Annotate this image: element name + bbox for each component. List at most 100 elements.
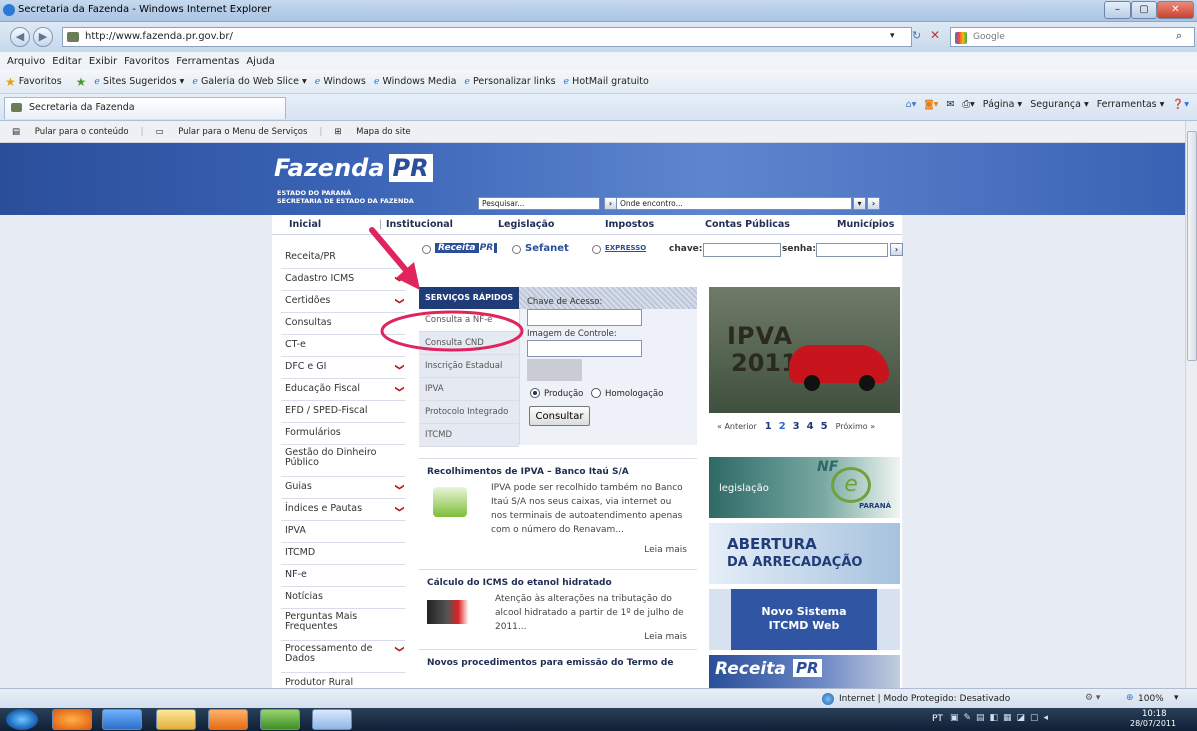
leftnav-item[interactable]: Receita/PR <box>281 247 405 269</box>
carousel-page-1[interactable]: 1 <box>765 421 772 432</box>
itcmd-web-banner[interactable]: Novo Sistema ITCMD Web <box>709 589 900 650</box>
leftnav-item[interactable]: IPVA <box>281 521 405 543</box>
leftnav-item[interactable]: DFC e GI ❯ <box>281 357 405 379</box>
news-title[interactable]: Recolhimentos de IPVA – Banco Itaú S/A <box>427 467 691 477</box>
feeds-icon[interactable]: ◙▾ <box>924 99 938 110</box>
carousel-page-2[interactable]: 2 <box>779 421 786 432</box>
chevron-down-icon[interactable]: ❯ <box>389 275 409 283</box>
onde-go-button[interactable]: › <box>867 197 880 210</box>
menu-ferramentas[interactable]: Ferramentas <box>176 56 239 67</box>
read-more-link[interactable]: Leia mais <box>644 632 687 642</box>
site-search-input[interactable]: Pesquisar... <box>478 197 600 210</box>
chevron-down-icon[interactable]: ❯ <box>389 505 409 513</box>
leftnav-item[interactable]: Formulários <box>281 423 405 445</box>
start-button[interactable] <box>6 709 38 730</box>
refresh-icon[interactable]: ↻ <box>912 29 921 42</box>
login-go-button[interactable]: › <box>890 243 903 256</box>
chave-input[interactable] <box>703 243 781 257</box>
media-taskbar-icon[interactable] <box>208 709 248 730</box>
menu-favoritos[interactable]: Favoritos <box>124 56 169 67</box>
quick-service-item[interactable]: IPVA <box>419 378 519 401</box>
radio-producao[interactable] <box>530 388 540 398</box>
radio-homologacao[interactable] <box>591 388 601 398</box>
protection-icon[interactable]: ⚙ ▾ <box>1085 693 1100 703</box>
quick-service-item[interactable]: Consulta CND <box>419 332 519 355</box>
mail-icon[interactable]: ✉ <box>946 99 954 110</box>
leftnav-item[interactable]: CT-e <box>281 335 405 357</box>
quick-service-item[interactable]: Protocolo Integrado <box>419 401 519 424</box>
leftnav-item[interactable]: Gestão do Dinheiro Público <box>281 445 405 477</box>
skip-services-link[interactable]: ▭ Pular para o Menu de Serviços <box>155 127 307 137</box>
chevron-down-icon[interactable]: ❯ <box>394 645 404 653</box>
favorites-button[interactable]: Favoritos <box>19 76 62 87</box>
radio-expresso[interactable] <box>592 245 601 254</box>
maximize-button[interactable]: ▢ <box>1131 1 1157 19</box>
menu-exibir[interactable]: Exibir <box>89 56 117 67</box>
menu-ajuda[interactable]: Ajuda <box>246 56 274 67</box>
search-icon[interactable]: ⌕ <box>1176 29 1182 43</box>
clock-time[interactable]: 10:18 <box>1142 709 1167 719</box>
topnav-municipios[interactable]: Municípios <box>837 219 894 230</box>
add-favorite-icon[interactable]: ★ <box>76 75 87 89</box>
leftnav-item[interactable]: EFD / SPED-Fiscal <box>281 401 405 423</box>
close-button[interactable]: ✕ <box>1157 1 1194 19</box>
abertura-arrecadacao-banner[interactable]: ABERTURA DA ARRECADAÇÃO <box>709 523 900 584</box>
news-title[interactable]: Cálculo do ICMS do etanol hidratado <box>427 578 691 588</box>
forward-icon[interactable]: ▶ <box>33 27 53 47</box>
read-more-link[interactable]: Leia mais <box>644 545 687 555</box>
scrollbar-thumb[interactable] <box>1187 131 1197 361</box>
ipva-2011-banner[interactable]: IPVA 2011 <box>709 287 900 413</box>
zoom-level[interactable]: 100% <box>1138 694 1164 704</box>
carousel-page-3[interactable]: 3 <box>793 421 800 432</box>
leftnav-item[interactable]: Processamento de Dados ❯ <box>281 641 405 673</box>
leftnav-item[interactable]: Índices e Pautas ❯ <box>281 499 405 521</box>
skip-content-link[interactable]: ▤ Pular para o conteúdo <box>12 127 129 137</box>
fav-link-windows[interactable]: Windows <box>323 76 365 87</box>
fav-link-personalizar[interactable]: Personalizar links <box>473 76 556 87</box>
folder-taskbar-icon[interactable] <box>156 709 196 730</box>
leftnav-item[interactable]: NF-e <box>281 565 405 587</box>
home-icon[interactable]: ⌂▾ <box>906 99 917 110</box>
tab-secretaria[interactable]: Secretaria da Fazenda <box>4 97 286 119</box>
onde-encontro-select[interactable]: Onde encontro... <box>616 197 852 210</box>
tools-menu[interactable]: Ferramentas ▾ <box>1097 99 1165 110</box>
menu-arquivo[interactable]: Arquivo <box>7 56 45 67</box>
carousel-page-4[interactable]: 4 <box>807 421 814 432</box>
access-key-input[interactable] <box>527 309 642 326</box>
news-title[interactable]: Novos procedimentos para emissão do Term… <box>427 658 691 668</box>
help-icon[interactable]: ❓▾ <box>1172 99 1189 110</box>
menu-editar[interactable]: Editar <box>52 56 82 67</box>
dropdown-icon[interactable]: ▾ <box>890 31 895 41</box>
minimize-button[interactable]: – <box>1104 1 1131 19</box>
radio-sefanet[interactable] <box>512 245 521 254</box>
ie-taskbar-icon[interactable] <box>102 709 142 730</box>
radio-receita[interactable] <box>422 245 431 254</box>
sitemap-link[interactable]: ⊞ Mapa do site <box>334 127 410 137</box>
topnav-institucional[interactable]: Institucional <box>386 219 453 230</box>
fav-link-webslice[interactable]: Galeria do Web Slice ▾ <box>201 76 307 87</box>
leftnav-item[interactable]: Consultas <box>281 313 405 335</box>
leftnav-item[interactable]: ITCMD <box>281 543 405 565</box>
page-menu[interactable]: Página ▾ <box>983 99 1022 110</box>
firefox-taskbar-icon[interactable] <box>52 709 92 730</box>
search-input[interactable]: Google <box>950 27 1195 47</box>
quick-service-item[interactable]: Consulta a NF-e <box>419 309 519 332</box>
stop-icon[interactable]: ✕ <box>930 28 940 42</box>
language-indicator[interactable]: PT <box>932 714 943 724</box>
senha-input[interactable] <box>816 243 888 257</box>
carousel-prev[interactable]: « Anterior <box>717 422 757 431</box>
topnav-impostos[interactable]: Impostos <box>605 219 654 230</box>
url-input[interactable]: http://www.fazenda.pr.gov.br/ <box>62 27 912 47</box>
security-zone[interactable]: Internet | Modo Protegido: Desativado <box>839 694 1010 704</box>
app-taskbar-icon[interactable] <box>260 709 300 730</box>
fav-link-hotmail[interactable]: HotMail gratuito <box>572 76 649 87</box>
quick-service-item[interactable]: Inscrição Estadual <box>419 355 519 378</box>
fav-link-sites[interactable]: Sites Sugeridos ▾ <box>103 76 184 87</box>
document-taskbar-icon[interactable] <box>312 709 352 730</box>
image-control-input[interactable] <box>527 340 642 357</box>
vertical-scrollbar[interactable] <box>1185 121 1197 689</box>
chevron-down-icon[interactable]: ❯ <box>389 363 409 371</box>
leftnav-item[interactable]: Guias ❯ <box>281 477 405 499</box>
leftnav-item[interactable]: Perguntas Mais Frequentes <box>281 609 405 641</box>
leftnav-item[interactable]: Educação Fiscal ❯ <box>281 379 405 401</box>
